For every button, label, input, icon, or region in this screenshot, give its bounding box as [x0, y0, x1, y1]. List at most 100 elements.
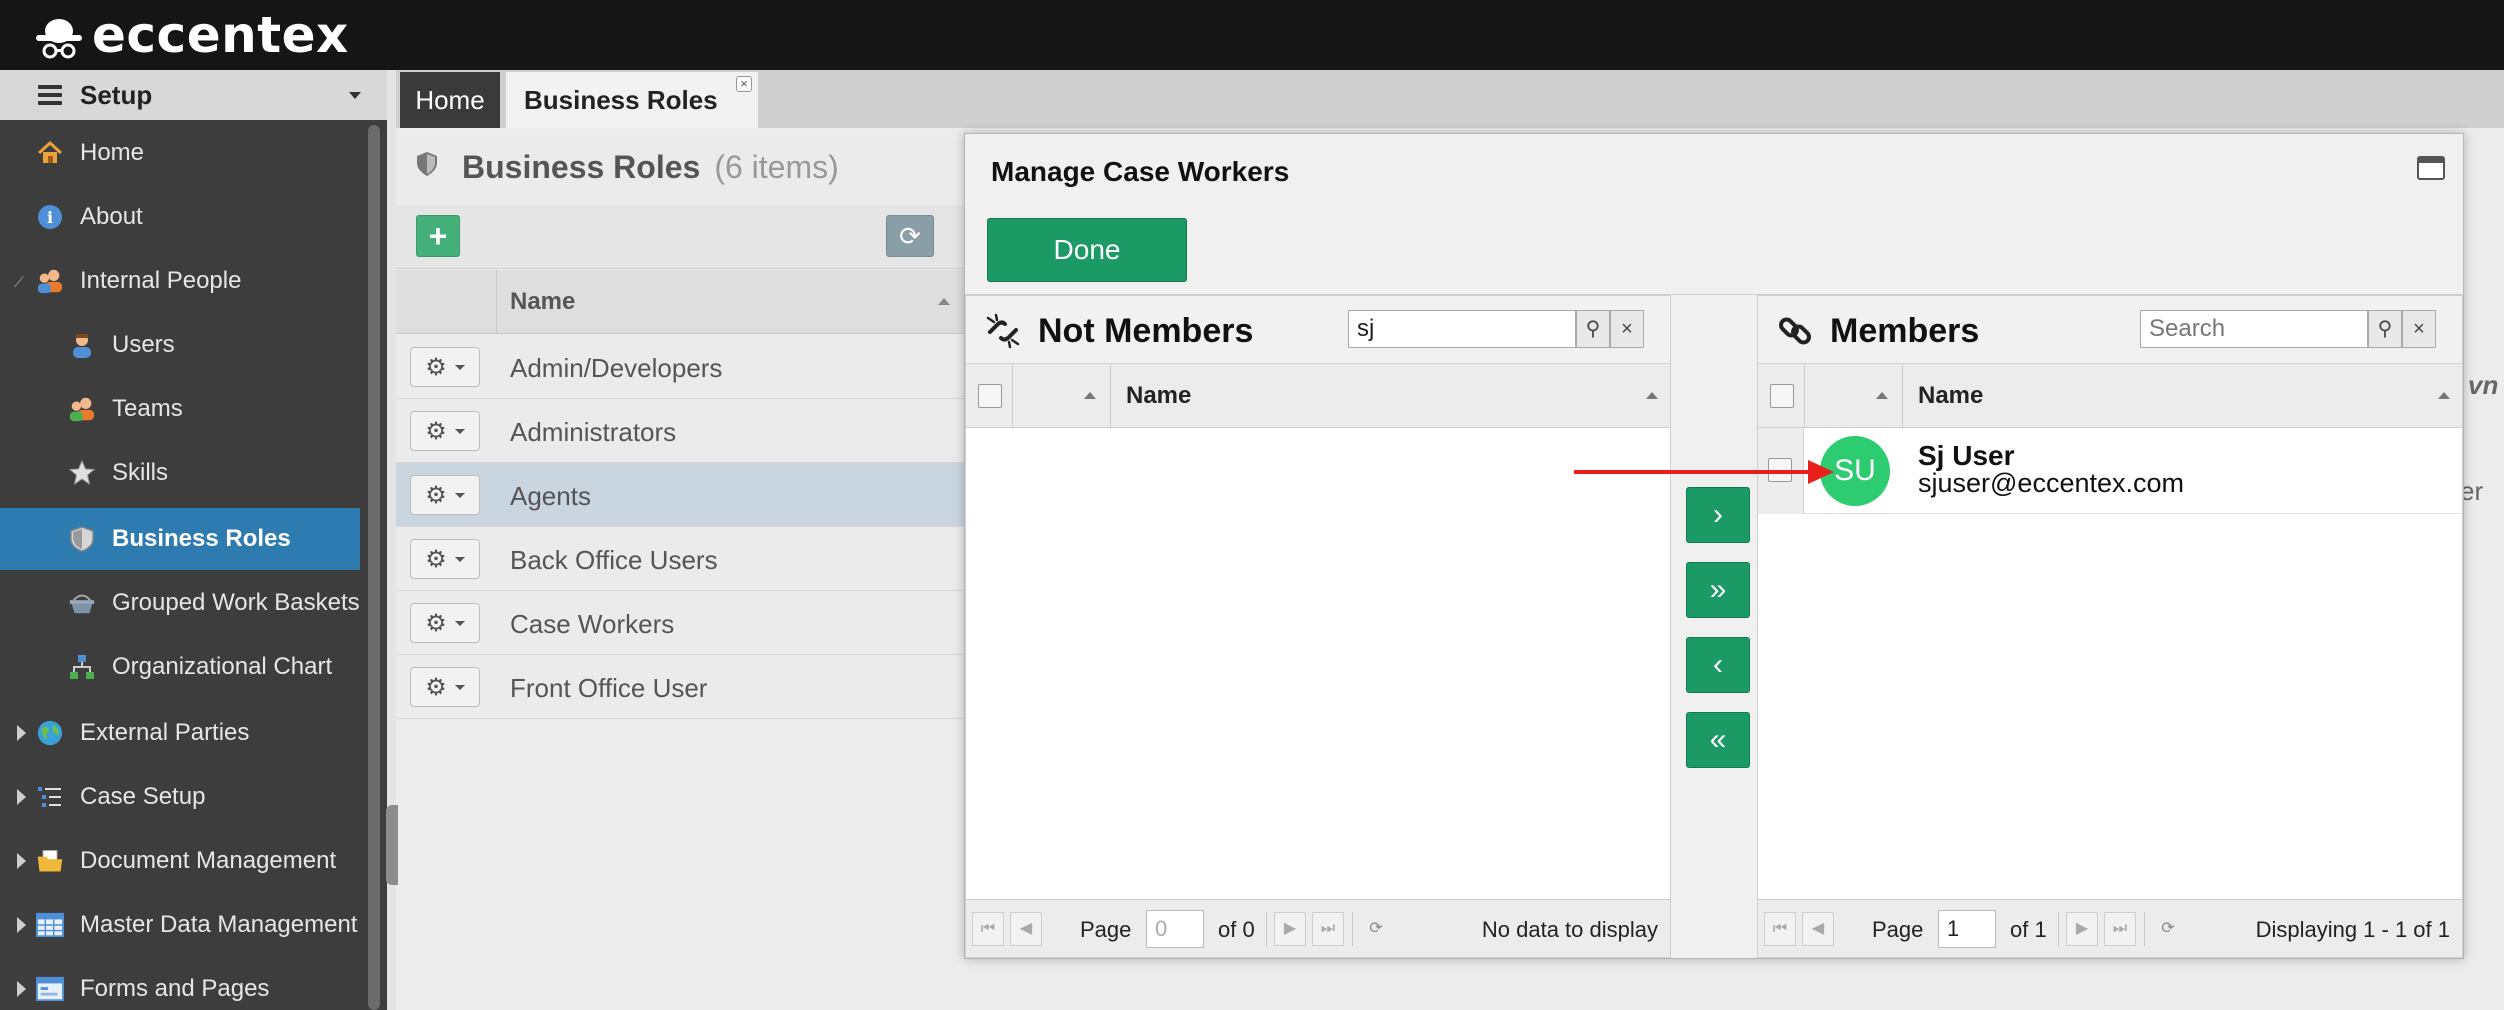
sidebar-item-grouped-work-baskets[interactable]: Grouped Work Baskets	[0, 572, 360, 634]
list-item[interactable]: SU Sj User sjuser@eccentex.com	[1758, 428, 2462, 514]
clear-search-icon[interactable]: ×	[1610, 310, 1644, 348]
table-row[interactable]: ⚙ Back Office Users	[396, 527, 966, 591]
sidebar-item-forms-and-pages[interactable]: Forms and Pages	[0, 958, 360, 1010]
sidebar-item-teams[interactable]: Teams	[0, 378, 360, 440]
sidebar-item-label: Teams	[112, 395, 183, 422]
table-row[interactable]: ⚙ Agents	[396, 463, 966, 527]
remove-all-button[interactable]: «	[1686, 712, 1750, 768]
select-all-checkbox[interactable]	[1770, 384, 1794, 408]
table-row[interactable]: ⚙ Front Office User	[396, 655, 966, 719]
clear-search-icon[interactable]: ×	[2402, 310, 2436, 348]
prev-page-icon[interactable]: ◀	[1802, 912, 1834, 946]
prev-page-icon[interactable]: ◀	[1010, 912, 1042, 946]
sort-asc-icon[interactable]	[1084, 392, 1096, 399]
sidebar-header[interactable]: Setup	[0, 70, 387, 120]
sidebar-item-about[interactable]: i About	[0, 186, 360, 248]
sidebar: Setup Home i About ⟋ Internal People Use…	[0, 70, 387, 1010]
next-page-icon[interactable]: ▶	[1274, 912, 1306, 946]
page-of-label: of 1	[2010, 917, 2047, 942]
sidebar-item-label: Users	[112, 331, 175, 358]
tab-business-roles[interactable]: Business Roles ×	[506, 72, 758, 128]
gear-menu-button[interactable]: ⚙	[410, 667, 480, 707]
roles-count: (6 items)	[714, 148, 839, 185]
members-header: Members Search ⚲ ×	[1758, 296, 2462, 364]
close-icon[interactable]: ×	[736, 76, 752, 92]
caret-down-icon	[349, 92, 361, 99]
role-name: Back Office Users	[510, 545, 718, 575]
page-input[interactable]: 0	[1146, 910, 1204, 948]
members-pager: ⏮ ◀ Page 1 of 1 ▶ ⏭ ⟳ Displaying 1 - 1 o…	[1758, 899, 2462, 957]
brand-name: eccentex	[92, 6, 349, 64]
add-selected-button[interactable]: ›	[1686, 487, 1750, 543]
expand-arrow-icon	[17, 853, 26, 869]
sidebar-item-skills[interactable]: Skills	[0, 442, 360, 504]
org-chart-icon	[68, 653, 96, 681]
name-column-header[interactable]: Name	[1126, 382, 1191, 410]
done-button[interactable]: Done	[987, 218, 1187, 282]
roles-panel-title: Business Roles	[462, 148, 701, 185]
tab-home[interactable]: Home	[400, 72, 500, 128]
sidebar-item-label: Grouped Work Baskets	[112, 589, 360, 616]
select-all-checkbox[interactable]	[978, 384, 1002, 408]
sidebar-item-external-parties[interactable]: External Parties	[0, 702, 360, 764]
gear-menu-button[interactable]: ⚙	[410, 411, 480, 451]
top-bar: eccentex	[0, 0, 2504, 70]
add-role-button[interactable]: +	[416, 215, 460, 257]
sidebar-item-users[interactable]: Users	[0, 314, 360, 376]
sort-asc-icon[interactable]	[938, 298, 950, 305]
last-page-icon[interactable]: ⏭	[1312, 912, 1344, 946]
refresh-button[interactable]: ⟳	[886, 215, 934, 257]
next-page-icon[interactable]: ▶	[2066, 912, 2098, 946]
sidebar-item-internal-people[interactable]: ⟋ Internal People	[0, 250, 360, 312]
table-row[interactable]: ⚙ Admin/Developers	[396, 335, 966, 399]
sort-asc-icon[interactable]	[1646, 392, 1658, 399]
gear-menu-button[interactable]: ⚙	[410, 603, 480, 643]
not-members-search-input[interactable]: sj	[1348, 310, 1576, 348]
folder-icon	[36, 847, 64, 875]
sidebar-item-label: Case Setup	[80, 783, 206, 810]
sidebar-item-home[interactable]: Home	[0, 122, 360, 184]
page-input[interactable]: 1	[1938, 910, 1996, 948]
sidebar-item-document-management[interactable]: Document Management	[0, 830, 360, 892]
shield-icon	[416, 151, 438, 184]
last-page-icon[interactable]: ⏭	[2104, 912, 2136, 946]
gear-menu-button[interactable]: ⚙	[410, 347, 480, 387]
sort-asc-icon[interactable]	[2438, 392, 2450, 399]
panel-splitter[interactable]	[386, 805, 398, 885]
sidebar-item-master-data-management[interactable]: Master Data Management	[0, 894, 360, 956]
pager-status: Displaying 1 - 1 of 1	[2255, 917, 2450, 942]
basket-icon	[68, 589, 96, 617]
first-page-icon[interactable]: ⏮	[1764, 912, 1796, 946]
remove-selected-button[interactable]: ‹	[1686, 637, 1750, 693]
sort-asc-icon[interactable]	[1876, 392, 1888, 399]
roles-panel-header: Business Roles (6 items)	[396, 130, 966, 204]
first-page-icon[interactable]: ⏮	[972, 912, 1004, 946]
refresh-icon[interactable]: ⟳	[1360, 912, 1392, 946]
brand-logo[interactable]: eccentex	[34, 6, 349, 64]
gear-menu-button[interactable]: ⚙	[410, 475, 480, 515]
expand-arrow-icon	[17, 981, 26, 997]
house-icon	[36, 139, 64, 167]
gear-menu-button[interactable]: ⚙	[410, 539, 480, 579]
search-icon[interactable]: ⚲	[2368, 310, 2402, 348]
table-icon	[36, 911, 64, 939]
sidebar-scrollbar[interactable]	[368, 125, 380, 1010]
table-row[interactable]: ⚙ Administrators	[396, 399, 966, 463]
sidebar-item-case-setup[interactable]: Case Setup	[0, 766, 360, 828]
add-all-button[interactable]: »	[1686, 562, 1750, 618]
annotation-arrow-head	[1808, 460, 1834, 484]
refresh-icon[interactable]: ⟳	[2152, 912, 2184, 946]
maximize-icon[interactable]	[2417, 156, 2445, 180]
sidebar-item-business-roles[interactable]: Business Roles	[0, 508, 360, 570]
sidebar-item-organizational-chart[interactable]: Organizational Chart	[0, 636, 360, 698]
members-search-input[interactable]: Search	[2140, 310, 2368, 348]
gear-icon: ⚙	[425, 545, 447, 573]
sidebar-title: Setup	[80, 79, 153, 110]
page-label: Page	[1080, 917, 1132, 942]
search-icon[interactable]: ⚲	[1576, 310, 1610, 348]
name-column-header[interactable]: Name	[510, 288, 575, 316]
table-row[interactable]: ⚙ Case Workers	[396, 591, 966, 655]
app-root: eccentex Setup Home i About ⟋ Internal P…	[0, 0, 2504, 1010]
name-column-header[interactable]: Name	[1918, 382, 1983, 410]
role-name: Administrators	[510, 417, 677, 447]
